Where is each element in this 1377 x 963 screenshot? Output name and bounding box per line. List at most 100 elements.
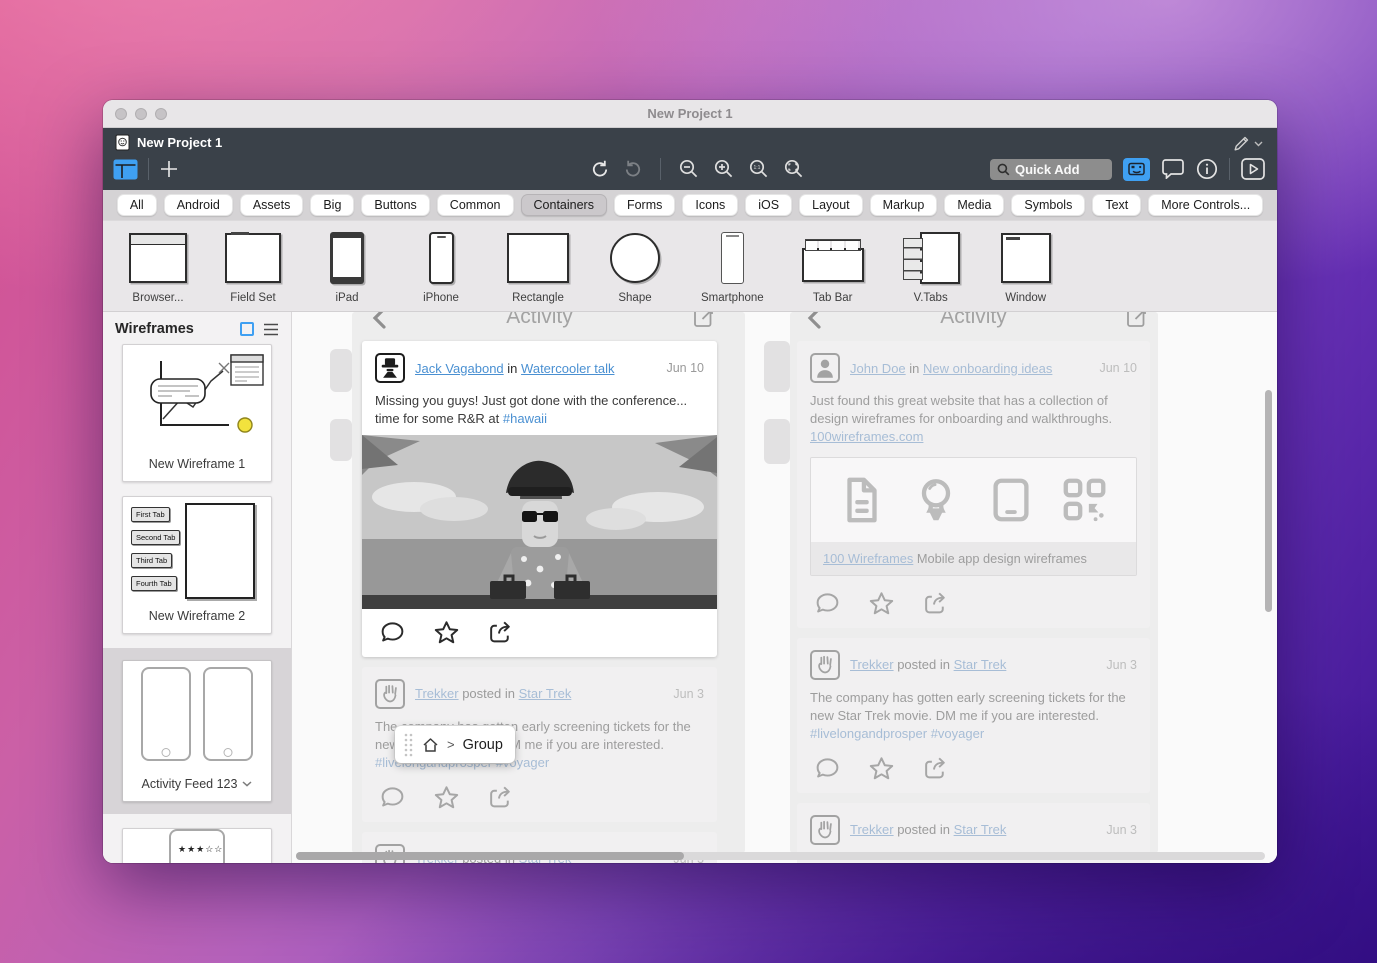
tab-layout[interactable]: Layout [799,194,863,216]
comment-icon[interactable] [379,785,406,810]
author-link[interactable]: Trekker [850,822,894,837]
post-body: Just found this great website that has a… [797,383,1150,448]
tab-more-controls[interactable]: More Controls... [1148,194,1263,216]
wireframe-thumbnail-1[interactable]: New Wireframe 1 [122,344,272,482]
grid-view-icon[interactable] [240,322,254,336]
palette-item-ipad[interactable]: iPad [319,231,375,304]
breadcrumb-group-item[interactable]: Group [463,737,503,753]
comments-button[interactable] [1161,155,1185,183]
tab-ios[interactable]: iOS [745,194,792,216]
quick-add-input[interactable] [1015,162,1105,177]
author-link[interactable]: John Doe [850,361,906,376]
activity-feed-wireframe-right[interactable]: Activity John Doe in New onboarding idea… [797,312,1150,853]
palette-item-field-set[interactable]: Field Set [225,231,281,304]
tab-common[interactable]: Common [437,194,514,216]
tab-media[interactable]: Media [944,194,1004,216]
feed-post[interactable]: Jack Vagabond in Watercooler talk Jun 10… [362,341,717,657]
hashtag-link[interactable]: #livelongandprosper #voyager [810,726,984,741]
link-preview-card[interactable]: 100 Wireframes Mobile app design wirefra… [810,457,1137,576]
home-icon[interactable] [422,737,439,753]
wireframe-thumbnail-4[interactable]: ★★★☆☆ [122,828,272,863]
topic-link[interactable]: Watercooler talk [521,361,614,376]
tab-forms[interactable]: Forms [614,194,675,216]
wireframes-link[interactable]: 100 Wireframes [823,551,913,566]
author-link[interactable]: Trekker [415,686,459,701]
zoom-button[interactable] [155,108,167,120]
list-view-icon[interactable] [263,323,279,336]
share-icon[interactable] [922,756,949,781]
star-icon[interactable] [868,756,895,781]
design-canvas[interactable]: Activity Jack Vagabond in Watercooler ta… [292,312,1277,863]
palette-item-iphone[interactable]: iPhone [413,231,469,304]
edit-mode-menu[interactable] [1232,135,1263,153]
tab-symbols[interactable]: Symbols [1011,194,1085,216]
redo-button[interactable] [623,155,643,183]
ui-library-button[interactable] [1123,158,1150,181]
share-icon[interactable] [922,591,949,616]
author-link[interactable]: Jack Vagabond [415,361,504,376]
wireframe-thumbnail-3[interactable]: Activity Feed 123 [122,660,272,802]
topic-link[interactable]: Star Trek [519,686,572,701]
add-wireframe-button[interactable] [159,155,179,183]
minimize-button[interactable] [135,108,147,120]
mini-phone-right [203,667,253,761]
present-button[interactable] [1241,155,1265,183]
zoom-actual-size-button[interactable]: 1:1 [748,155,770,183]
palette-item-tab-bar[interactable]: Tab Bar [802,231,864,304]
share-icon[interactable] [487,785,514,810]
lightbulb-icon [911,475,961,525]
tab-big[interactable]: Big [310,194,354,216]
palette-item-smartphone[interactable]: Smartphone [701,231,764,304]
star-icon[interactable] [433,785,460,810]
tab-icons[interactable]: Icons [682,194,738,216]
comment-icon[interactable] [814,591,841,616]
tab-text[interactable]: Text [1092,194,1141,216]
compose-icon[interactable] [692,312,715,329]
share-icon[interactable] [487,620,514,645]
zoom-in-button[interactable] [713,155,735,183]
app-header: New Project 1 [103,128,1277,190]
external-link[interactable]: 100wireframes.com [810,429,923,444]
tab-buttons[interactable]: Buttons [361,194,429,216]
author-link[interactable]: Trekker [850,657,894,672]
palette-item-rectangle[interactable]: Rectangle [507,231,569,304]
tab-markup[interactable]: Markup [870,194,938,216]
compose-icon[interactable] [1125,312,1148,329]
vertical-scrollbar-thumb[interactable] [1265,390,1272,612]
horizontal-scrollbar[interactable] [296,852,1265,860]
palette-item-window[interactable]: Window [998,231,1054,304]
topic-link[interactable]: Star Trek [954,657,1007,672]
horizontal-scrollbar-thumb[interactable] [296,852,684,860]
wireframe-thumbnail-2[interactable]: First Tab Second Tab Third Tab Fourth Ta… [122,496,272,634]
comment-icon[interactable] [379,620,406,645]
tab-assets[interactable]: Assets [240,194,304,216]
star-icon[interactable] [868,591,895,616]
hashtag-link[interactable]: #hawaii [503,411,547,426]
undo-button[interactable] [590,155,610,183]
zoom-to-fit-button[interactable] [783,155,805,183]
palette-item-shape[interactable]: Shape [607,231,663,304]
palette-item-browser[interactable]: Browser... [129,231,187,304]
info-button[interactable] [1196,155,1218,183]
feed-header: Activity [797,312,1150,331]
topic-link[interactable]: New onboarding ideas [923,361,1052,376]
close-button[interactable] [115,108,127,120]
zoom-out-button[interactable] [678,155,700,183]
toolbar-divider [1229,158,1230,180]
sidebar-toggle-button[interactable] [113,155,138,183]
comment-icon[interactable] [814,756,841,781]
tab-containers[interactable]: Containers [521,194,607,216]
vulcan-salute-avatar-icon [810,650,840,680]
activity-feed-wireframe-left[interactable]: Activity Jack Vagabond in Watercooler ta… [362,312,717,853]
feed-post[interactable]: John Doe in New onboarding ideas Jun 10 … [797,341,1150,628]
star-icon[interactable] [433,620,460,645]
palette-item-vtabs[interactable]: V.Tabs [902,231,960,304]
tab-android[interactable]: Android [164,194,233,216]
chevron-down-icon[interactable] [242,781,252,787]
feed-post[interactable]: Trekker posted in Star Trek Jun 3 The co… [797,638,1150,793]
post-byline: Trekker posted in Star Trek [415,686,663,701]
drag-grip-icon[interactable] [403,732,414,758]
topic-link[interactable]: Star Trek [954,822,1007,837]
tab-all[interactable]: All [117,194,157,216]
wireframes-panel: Wireframes [103,312,292,863]
